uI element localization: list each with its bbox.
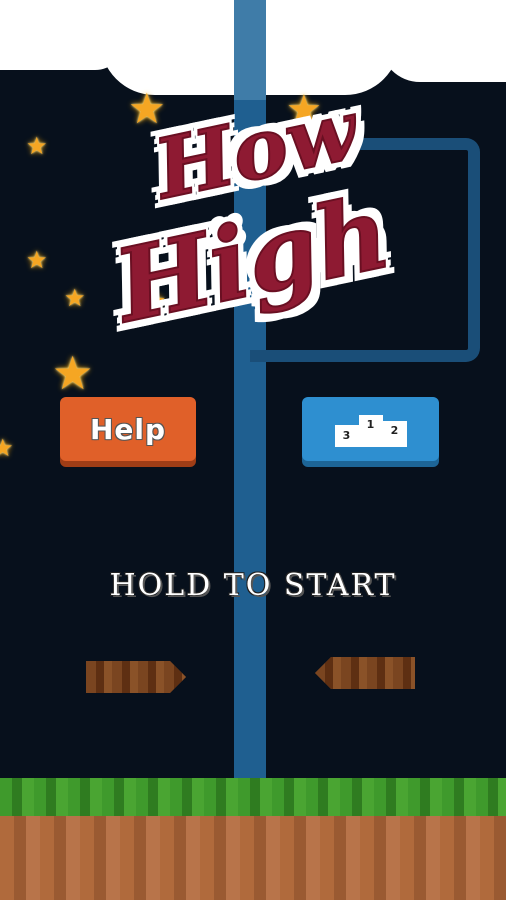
grass-ground [0,778,506,816]
podium-third: 3 [334,425,359,447]
podium-first-label: 1 [366,418,375,431]
star-icon: ★ [0,434,14,462]
hold-to-start-text[interactable]: HOLD TO START [0,568,506,603]
star-icon: ★ [52,346,94,400]
podium-icon: 3 1 2 [334,411,407,447]
game-logo: How High [95,81,415,372]
star-icon: ★ [26,132,48,160]
arrow-left-icon [315,657,415,689]
podium-second-label: 2 [390,424,399,437]
title-line-high: High [105,172,401,347]
podium-third-label: 3 [342,429,351,442]
leaderboard-button[interactable]: 3 1 2 [302,397,439,461]
arrow-right-icon [86,661,186,693]
pole-top [234,0,266,100]
help-button-label: Help [89,412,167,446]
help-button[interactable]: Help [60,397,196,461]
podium-second: 2 [382,421,407,447]
cloud-right [380,40,506,82]
star-icon: ★ [64,284,86,312]
dirt-ground [0,816,506,900]
star-icon: ★ [26,246,48,274]
podium-first: 1 [358,415,383,447]
